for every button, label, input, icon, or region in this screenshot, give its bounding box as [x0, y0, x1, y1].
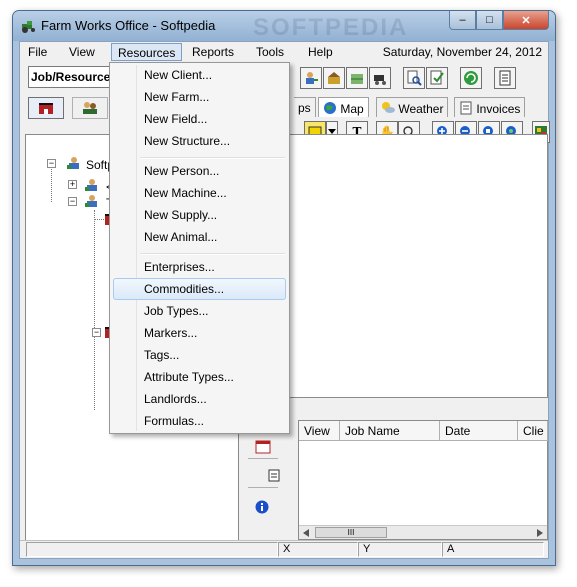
magnifier-doc-icon	[407, 70, 422, 86]
globe-icon	[324, 102, 336, 114]
tree-connector	[51, 162, 52, 202]
weather-icon	[382, 102, 395, 113]
window-title: Farm Works Office - Softpedia	[41, 18, 216, 33]
menu-item-new-structure[interactable]: New Structure...	[144, 134, 230, 148]
farm-icon	[328, 72, 340, 84]
status-area: A	[442, 542, 544, 557]
tab-weather[interactable]: Weather	[376, 97, 449, 117]
clipboard-icon	[268, 469, 280, 482]
menu-item-enterprises[interactable]: Enterprises...	[144, 260, 215, 274]
column-header-view[interactable]: View	[299, 421, 340, 441]
tree-connector	[94, 219, 104, 220]
tree-collapse-toggle[interactable]: −	[68, 197, 77, 206]
invoice-icon	[460, 101, 472, 115]
menu-help[interactable]: Help	[308, 45, 333, 59]
checkmark-doc-icon	[430, 70, 444, 85]
menu-item-landlords[interactable]: Landlords...	[144, 392, 207, 406]
status-y-coordinate: Y	[358, 542, 442, 557]
strip-divider	[248, 487, 278, 488]
column-header-date[interactable]: Date	[440, 421, 518, 441]
minimize-button[interactable]: –	[449, 11, 476, 30]
horizontal-scrollbar[interactable]: III	[299, 525, 547, 539]
maximize-icon: □	[486, 14, 493, 26]
status-x-coordinate: X	[278, 542, 358, 557]
barn-icon	[39, 103, 53, 114]
menu-bar: File View Resources Reports Tools Help S…	[20, 42, 548, 62]
watermark-text: SOFTPEDIA	[253, 14, 409, 41]
approve-doc-button[interactable]	[426, 67, 448, 89]
maximize-button[interactable]: □	[476, 11, 503, 30]
strip-divider	[248, 458, 278, 459]
menu-item-new-machine[interactable]: New Machine...	[144, 186, 227, 200]
farm-tool-button[interactable]	[323, 67, 345, 89]
menu-item-markers[interactable]: Markers...	[144, 326, 197, 340]
search-doc-button[interactable]	[403, 67, 425, 89]
refresh-icon	[464, 71, 478, 85]
minimize-icon: –	[459, 14, 466, 26]
tree-collapse-toggle[interactable]: −	[92, 328, 101, 337]
menu-item-job-types[interactable]: Job Types...	[144, 304, 208, 318]
menu-item-commodities[interactable]: Commodities...	[144, 282, 224, 296]
menu-view[interactable]: View	[69, 45, 95, 59]
column-header-client[interactable]: Clie	[518, 421, 548, 441]
resources-dropdown-menu: New Client... New Farm... New Field... N…	[109, 62, 290, 434]
status-message	[26, 542, 278, 557]
tab-map[interactable]: Map	[318, 97, 369, 117]
status-bar: X Y A	[20, 540, 548, 558]
client-tool-button[interactable]	[300, 67, 322, 89]
menu-item-attribute-types[interactable]: Attribute Types...	[144, 370, 234, 384]
menu-separator	[140, 157, 285, 159]
farm-person-icon	[85, 179, 97, 191]
menu-item-formulas[interactable]: Formulas...	[144, 414, 204, 428]
close-button[interactable]: ✕	[503, 11, 549, 30]
menu-icon-gutter	[136, 65, 137, 431]
job-side-toolbar	[244, 420, 294, 540]
tree-connector	[94, 210, 95, 410]
machine-tool-button[interactable]	[369, 67, 391, 89]
client-person-icon	[67, 157, 79, 169]
map-canvas[interactable]	[284, 134, 548, 398]
tree-collapse-toggle[interactable]: −	[47, 159, 56, 168]
tab-maps[interactable]: ps	[294, 97, 316, 117]
field-tool-button[interactable]	[346, 67, 368, 89]
menu-reports[interactable]: Reports	[192, 45, 234, 59]
menu-separator	[140, 253, 285, 255]
title-bar[interactable]: Farm Works Office - Softpedia SOFTPEDIA …	[13, 11, 555, 41]
people-icon	[83, 102, 97, 114]
jobs-table[interactable]: View Job Name Date Clie III	[298, 420, 548, 540]
menu-item-new-animal[interactable]: New Animal...	[144, 230, 217, 244]
tree-view-tab[interactable]	[28, 97, 64, 119]
tractor-app-icon	[22, 21, 35, 33]
scroll-thumb[interactable]: III	[315, 527, 387, 538]
notepad-icon	[499, 70, 511, 86]
machine-icon	[374, 75, 386, 85]
sync-button[interactable]	[460, 67, 482, 89]
menu-item-new-supply[interactable]: New Supply...	[144, 208, 217, 222]
current-date: Saturday, November 24, 2012	[382, 45, 542, 59]
close-icon: ✕	[521, 14, 531, 27]
tree-expand-toggle[interactable]: +	[68, 180, 77, 189]
menu-resources[interactable]: Resources	[111, 43, 183, 61]
menu-item-new-person[interactable]: New Person...	[144, 164, 219, 178]
people-view-tab[interactable]	[72, 97, 108, 119]
info-icon[interactable]	[255, 500, 269, 514]
notes-button[interactable]	[494, 67, 516, 89]
farm-person-icon	[85, 195, 97, 207]
menu-item-new-field[interactable]: New Field...	[144, 112, 207, 126]
column-header-job-name[interactable]: Job Name	[340, 421, 440, 441]
scroll-left-icon[interactable]	[303, 529, 309, 537]
scroll-right-icon[interactable]	[537, 529, 543, 537]
field-icon	[351, 74, 363, 84]
menu-item-tags[interactable]: Tags...	[144, 348, 179, 362]
menu-file[interactable]: File	[28, 45, 47, 59]
menu-tools[interactable]: Tools	[256, 45, 284, 59]
menu-item-new-farm[interactable]: New Farm...	[144, 90, 209, 104]
person-add-icon	[306, 72, 318, 84]
tab-invoices[interactable]: Invoices	[454, 97, 526, 117]
menu-item-new-client[interactable]: New Client...	[144, 68, 212, 82]
job-resource-select[interactable]: Job/Resource	[28, 66, 114, 88]
calendar-icon	[255, 440, 271, 454]
